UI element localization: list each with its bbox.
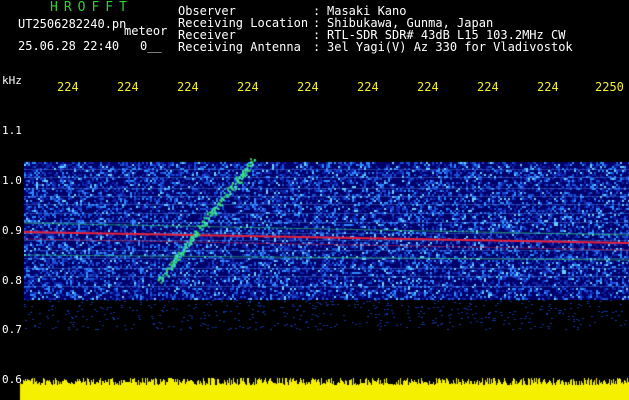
antenna-label: Receiving Antenna <box>178 40 301 54</box>
file-name: UT2506282240.pn <box>18 17 127 31</box>
x-tick-label: 224 <box>117 80 139 94</box>
antenna-value: 3el Yagi(V) Az 330 for Vladivostok <box>327 40 573 54</box>
hrofft-screen: HROFFT UT2506282240.pn meteor 25.06.28 2… <box>0 0 629 400</box>
y-axis-unit: kHz <box>2 74 22 87</box>
y-tick-label: 0.9 <box>2 224 22 237</box>
y-tick-label: 1.0 <box>2 174 22 187</box>
x-tick-label: 2250 <box>595 80 624 94</box>
antenna-separator: : <box>313 40 321 54</box>
y-tick-label: 0.8 <box>2 274 22 287</box>
spectrogram-canvas <box>24 100 629 382</box>
x-tick-label: 224 <box>477 80 499 94</box>
spectrogram-plot <box>24 100 629 382</box>
x-tick-label: 224 <box>417 80 439 94</box>
hrofft-logo: HROFFT <box>50 0 133 15</box>
x-tick-label: 224 <box>357 80 379 94</box>
x-tick-label: 224 <box>57 80 79 94</box>
x-tick-label: 224 <box>177 80 199 94</box>
frame-counter: 0__ <box>140 39 162 53</box>
y-tick-label: 0.6 <box>2 373 22 386</box>
x-tick-label: 224 <box>297 80 319 94</box>
x-tick-label: 224 <box>237 80 259 94</box>
y-tick-label: 0.7 <box>2 323 22 336</box>
y-tick-label: 1.1 <box>2 124 22 137</box>
file-suffix: meteor <box>124 24 168 38</box>
x-tick-label: 224 <box>537 80 559 94</box>
date-time: 25.06.28 22:40 <box>18 39 120 53</box>
